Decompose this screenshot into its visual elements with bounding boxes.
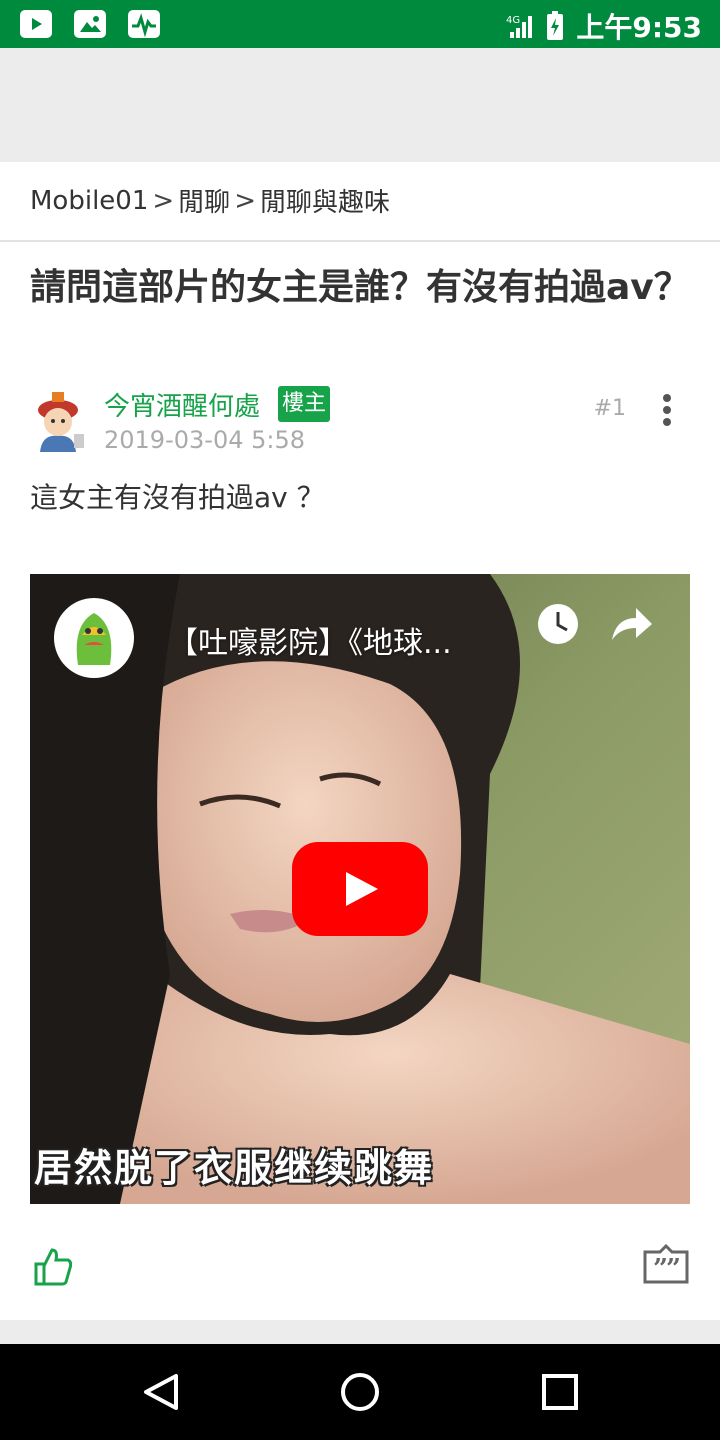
status-time: 上午9:53: [576, 11, 702, 44]
battery-charging-icon: [547, 11, 564, 40]
svg-text:4G: 4G: [506, 15, 520, 26]
watch-later-icon[interactable]: [536, 602, 580, 646]
activity-icon: [128, 10, 160, 38]
image-icon: [74, 10, 106, 38]
author-row: 今宵酒醒何處 樓主 2019-03-04 5:58 #1: [30, 384, 690, 464]
navigation-bar: [0, 1344, 720, 1440]
video-subtitle: 居然脱了衣服继续跳舞: [34, 1145, 435, 1190]
youtube-icon: [20, 10, 52, 38]
breadcrumb-item-mobile01[interactable]: Mobile01: [30, 186, 148, 216]
share-icon[interactable]: [608, 604, 654, 644]
more-options-icon[interactable]: [662, 394, 672, 428]
author-name[interactable]: 今宵酒醒何處: [104, 386, 260, 423]
channel-avatar[interactable]: [54, 598, 134, 678]
quote-reply-icon[interactable]: ” ”: [642, 1244, 690, 1286]
avatar[interactable]: [30, 390, 86, 452]
like-icon[interactable]: [32, 1246, 72, 1286]
video-embed[interactable]: 【吐嚎影院】《地球... 居然脱了衣服继续跳舞: [30, 574, 690, 1204]
breadcrumb-separator: >: [152, 185, 175, 216]
recents-icon[interactable]: [542, 1372, 578, 1412]
home-icon[interactable]: [340, 1372, 380, 1412]
breadcrumb-separator: >: [234, 185, 256, 216]
post-body: 這女主有沒有拍過av ？: [30, 481, 325, 514]
status-bar: 4G 上午9:53: [0, 0, 720, 48]
floor-number: #1: [593, 396, 626, 421]
breadcrumb-item-chat-fun[interactable]: 閒聊與趣味: [260, 182, 390, 219]
play-button[interactable]: [292, 842, 428, 936]
breadcrumb-item-chat[interactable]: 閒聊: [178, 182, 230, 219]
video-title[interactable]: 【吐嚎影院】《地球...: [168, 618, 508, 662]
post-card: Mobile01 > 閒聊 > 閒聊與趣味 請問這部片的女主是誰？有沒有拍過av…: [0, 162, 720, 1320]
back-icon[interactable]: [142, 1372, 180, 1412]
signal-icon: 4G: [506, 15, 533, 38]
top-spacer: [0, 48, 720, 162]
post-title: 請問這部片的女主是誰？有沒有拍過av？: [30, 267, 690, 308]
svg-text:”: ”: [666, 1254, 681, 1284]
breadcrumb: Mobile01 > 閒聊 > 閒聊與趣味: [30, 182, 390, 219]
post-date: 2019-03-04 5:58: [104, 426, 305, 454]
op-badge: 樓主: [278, 386, 331, 422]
divider: [0, 240, 720, 242]
